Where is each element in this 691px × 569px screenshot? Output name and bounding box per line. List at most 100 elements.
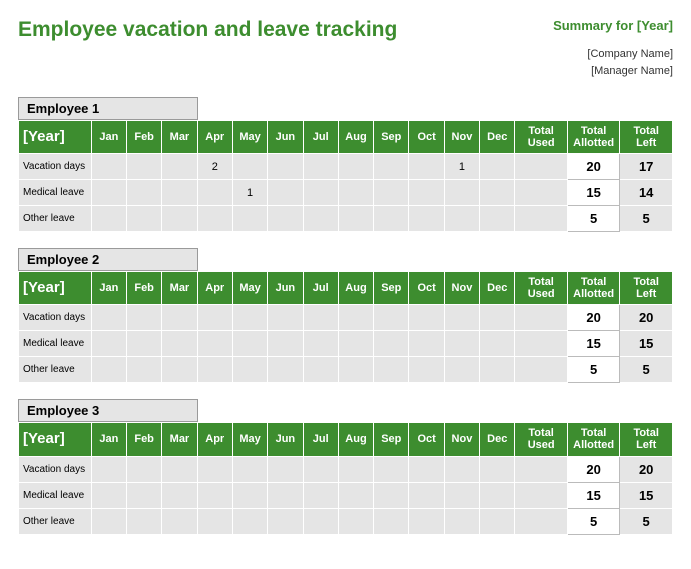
company-name: [Company Name] (18, 46, 673, 63)
month-header: Mar (162, 423, 197, 456)
month-cell (268, 154, 303, 180)
employee-name: Employee 1 (18, 97, 198, 120)
total-used-cell (515, 482, 567, 508)
total-header-allotted: TotalAllotted (567, 423, 619, 456)
row-label: Vacation days (19, 154, 92, 180)
month-cell (162, 154, 197, 180)
total-left-cell: 20 (620, 456, 673, 482)
month-header: Jul (303, 272, 338, 305)
month-cell (162, 180, 197, 206)
month-header: Aug (338, 423, 373, 456)
month-cell (268, 305, 303, 331)
month-cell (268, 482, 303, 508)
year-header: [Year] (19, 423, 92, 456)
month-cell (232, 305, 267, 331)
month-cell (444, 482, 479, 508)
month-cell (268, 206, 303, 232)
total-used-cell (515, 456, 567, 482)
month-cell (480, 331, 515, 357)
month-header: Oct (409, 121, 444, 154)
manager-name: [Manager Name] (18, 63, 673, 80)
table-row: Other leave55 (19, 206, 673, 232)
month-cell (374, 331, 409, 357)
total-allotted-cell: 15 (567, 180, 619, 206)
row-label: Other leave (19, 357, 92, 383)
table-row: Medical leave11514 (19, 180, 673, 206)
total-left-cell: 14 (620, 180, 673, 206)
row-label: Other leave (19, 206, 92, 232)
month-cell (162, 331, 197, 357)
month-cell (409, 456, 444, 482)
month-cell (480, 180, 515, 206)
total-used-cell (515, 331, 567, 357)
total-allotted-cell: 20 (567, 305, 619, 331)
month-cell (232, 456, 267, 482)
month-cell (91, 206, 126, 232)
month-cell (126, 331, 161, 357)
month-cell (409, 508, 444, 534)
month-header: Feb (126, 121, 161, 154)
month-header: Jan (91, 423, 126, 456)
month-cell (303, 508, 338, 534)
month-cell (480, 305, 515, 331)
month-cell (268, 357, 303, 383)
month-cell (162, 508, 197, 534)
month-cell (126, 180, 161, 206)
month-header: Nov (444, 423, 479, 456)
employee-block: Employee 2[Year]JanFebMarAprMayJunJulAug… (18, 248, 673, 383)
month-header: May (232, 423, 267, 456)
total-header-used: TotalUsed (515, 423, 567, 456)
month-cell (197, 508, 232, 534)
month-cell (338, 508, 373, 534)
month-cell (374, 482, 409, 508)
month-header: Oct (409, 423, 444, 456)
total-left-cell: 5 (620, 357, 673, 383)
month-cell (232, 154, 267, 180)
month-cell (338, 331, 373, 357)
month-header: Oct (409, 272, 444, 305)
month-cell (126, 456, 161, 482)
month-cell (268, 331, 303, 357)
month-cell (480, 456, 515, 482)
year-header: [Year] (19, 272, 92, 305)
row-label: Vacation days (19, 456, 92, 482)
total-left-cell: 5 (620, 206, 673, 232)
month-cell (409, 331, 444, 357)
employee-block: Employee 3[Year]JanFebMarAprMayJunJulAug… (18, 399, 673, 534)
row-label: Medical leave (19, 331, 92, 357)
document-header: Employee vacation and leave tracking Sum… (18, 18, 673, 42)
table-row: Medical leave1515 (19, 482, 673, 508)
month-cell: 1 (444, 154, 479, 180)
month-header: Jul (303, 121, 338, 154)
row-label: Medical leave (19, 482, 92, 508)
total-header-left: TotalLeft (620, 272, 673, 305)
total-used-cell (515, 180, 567, 206)
month-cell (444, 357, 479, 383)
row-label: Vacation days (19, 305, 92, 331)
month-cell (338, 357, 373, 383)
month-cell (197, 357, 232, 383)
month-cell (126, 482, 161, 508)
month-header: Dec (480, 423, 515, 456)
month-cell (303, 331, 338, 357)
month-cell (338, 482, 373, 508)
month-cell (232, 357, 267, 383)
month-header: Apr (197, 121, 232, 154)
month-cell (374, 154, 409, 180)
month-cell (303, 180, 338, 206)
month-header: May (232, 121, 267, 154)
month-cell (91, 154, 126, 180)
total-allotted-cell: 15 (567, 482, 619, 508)
month-header: Nov (444, 121, 479, 154)
month-cell (126, 206, 161, 232)
month-header: Mar (162, 121, 197, 154)
summary-label: Summary for [Year] (553, 18, 673, 33)
month-cell (268, 508, 303, 534)
month-header: Mar (162, 272, 197, 305)
month-cell (480, 206, 515, 232)
month-cell (303, 305, 338, 331)
month-cell: 2 (197, 154, 232, 180)
total-allotted-cell: 20 (567, 154, 619, 180)
total-used-cell (515, 305, 567, 331)
month-cell (91, 508, 126, 534)
